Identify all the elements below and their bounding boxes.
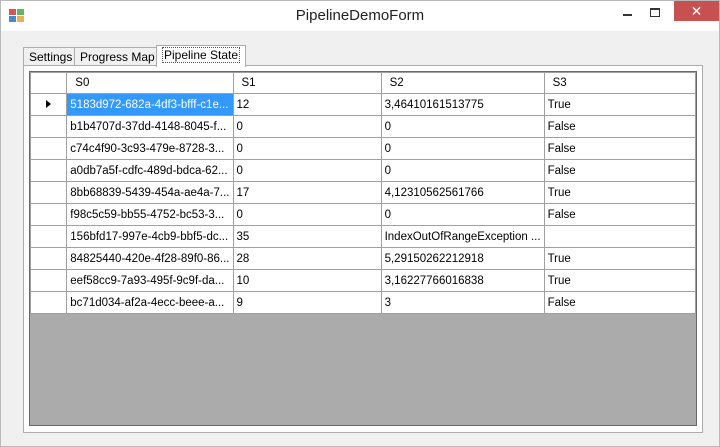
grid-table: S0 S1 S2 S3 5183d972-682a-4df3-bfff-c1e.… [30, 72, 696, 314]
grid-cell-s1[interactable]: 17 [232, 181, 382, 204]
grid-cell-s3[interactable] [543, 225, 696, 248]
grid-cell-s0[interactable]: a0db7a5f-cdfc-489d-bdca-62... [66, 159, 234, 182]
grid-cell-s0[interactable]: 156bfd17-997e-4cb9-bbf5-dc... [66, 225, 234, 248]
grid-cell-s1[interactable]: 0 [232, 203, 382, 226]
maximize-button[interactable] [641, 1, 669, 23]
tab-settings[interactable]: Settings [23, 47, 79, 67]
row-header[interactable] [30, 291, 68, 314]
tab-pipeline-state[interactable]: Pipeline State [156, 45, 247, 67]
app-window: PipelineDemoForm ✕ Settings Progress Map… [0, 0, 720, 447]
grid-cell-s1[interactable]: 9 [232, 291, 382, 314]
grid-cell-s1[interactable]: 28 [232, 247, 382, 270]
tab-pipeline-state-label: Pipeline State [162, 47, 241, 63]
grid-cell-s3[interactable]: False [543, 203, 696, 226]
grid-cell-s1[interactable]: 35 [232, 225, 382, 248]
grid-cell-s2[interactable]: 0 [380, 159, 545, 182]
grid-cell-s2[interactable]: 0 [380, 115, 545, 138]
row-header[interactable] [30, 269, 68, 292]
column-header-s0[interactable]: S0 [66, 72, 234, 94]
grid-cell-s2[interactable]: IndexOutOfRangeException ... [380, 225, 545, 248]
grid-cell-s3[interactable]: True [543, 269, 696, 292]
grid-cell-s3[interactable]: True [543, 247, 696, 270]
grid-cell-s2[interactable]: 3,16227766016838 [380, 269, 545, 292]
table-row[interactable]: c74c4f90-3c93-479e-8728-3... 0 0 False [30, 137, 696, 160]
grid-cell-s2[interactable]: 3 [380, 291, 545, 314]
grid-cell-s1[interactable]: 10 [232, 269, 382, 292]
row-header[interactable] [30, 115, 68, 138]
pipeline-state-panel: S0 S1 S2 S3 5183d972-682a-4df3-bfff-c1e.… [23, 65, 703, 433]
grid-cell-s3[interactable]: False [543, 137, 696, 160]
title-bar[interactable]: PipelineDemoForm ✕ [1, 1, 719, 31]
grid-cell-s3[interactable]: False [543, 115, 696, 138]
close-button[interactable]: ✕ [674, 1, 719, 21]
pipeline-state-grid[interactable]: S0 S1 S2 S3 5183d972-682a-4df3-bfff-c1e.… [29, 71, 697, 426]
grid-cell-s2[interactable]: 5,29150262212918 [380, 247, 545, 270]
minimize-icon [622, 14, 632, 16]
column-header-s2[interactable]: S2 [380, 72, 545, 94]
table-row[interactable]: a0db7a5f-cdfc-489d-bdca-62... 0 0 False [30, 159, 696, 182]
column-header-s1[interactable]: S1 [232, 72, 382, 94]
table-row[interactable]: 156bfd17-997e-4cb9-bbf5-dc... 35 IndexOutO… [30, 225, 696, 248]
row-pointer-icon [46, 100, 52, 109]
tab-progress-map[interactable]: Progress Map [74, 47, 161, 67]
grid-cell-s1[interactable]: 0 [232, 115, 382, 138]
row-header[interactable] [30, 93, 68, 116]
row-header[interactable] [30, 203, 68, 226]
window-title: PipelineDemoForm [295, 7, 425, 24]
minimize-button[interactable] [613, 1, 641, 23]
table-row[interactable]: 84825440-420e-4f28-89f0-86... 28 5,2915026… [30, 247, 696, 270]
table-row[interactable]: f98c5c59-bb55-4752-bc53-3... 0 0 False [30, 203, 696, 226]
grid-cell-s2[interactable]: 0 [380, 137, 545, 160]
grid-cell-s0[interactable]: f98c5c59-bb55-4752-bc53-3... [66, 203, 234, 226]
grid-cell-s2[interactable]: 0 [380, 203, 545, 226]
grid-cell-s3[interactable]: True [543, 93, 696, 116]
row-header[interactable] [30, 137, 68, 160]
row-header[interactable] [30, 159, 68, 182]
table-row[interactable]: eef58cc9-7a93-495f-9c9f-da... 10 3,1622776… [30, 269, 696, 292]
grid-cell-s0[interactable]: eef58cc9-7a93-495f-9c9f-da... [66, 269, 234, 292]
grid-cell-s3[interactable]: True [543, 181, 696, 204]
grid-cell-s3[interactable]: False [543, 159, 696, 182]
row-header[interactable] [30, 225, 68, 248]
grid-cell-s1[interactable]: 12 [232, 93, 382, 116]
grid-cell-s0[interactable]: c74c4f90-3c93-479e-8728-3... [66, 137, 234, 160]
table-row[interactable]: b1b4707d-37dd-4148-8045-f... 0 0 False [30, 115, 696, 138]
table-row[interactable]: 5183d972-682a-4df3-bfff-c1e... 12 3,464101… [30, 93, 696, 116]
grid-cell-s0[interactable]: 8bb68839-5439-454a-ae4a-7... [66, 181, 234, 204]
grid-cell-s0[interactable]: b1b4707d-37dd-4148-8045-f... [66, 115, 234, 138]
grid-cell-s0[interactable]: bc71d034-af2a-4ecc-beee-a... [66, 291, 234, 314]
maximize-icon [650, 7, 660, 17]
grid-cell-s2[interactable]: 4,12310562561766 [380, 181, 545, 204]
grid-cell-s0[interactable]: 5183d972-682a-4df3-bfff-c1e... [66, 93, 234, 116]
table-row[interactable]: bc71d034-af2a-4ecc-beee-a... 9 3 False [30, 291, 696, 314]
close-icon: ✕ [690, 2, 703, 19]
table-row[interactable]: 8bb68839-5439-454a-ae4a-7... 17 4,12310562… [30, 181, 696, 204]
grid-cell-s0[interactable]: 84825440-420e-4f28-89f0-86... [66, 247, 234, 270]
grid-cell-s1[interactable]: 0 [232, 137, 382, 160]
row-header[interactable] [30, 247, 68, 270]
column-header-s3[interactable]: S3 [543, 72, 696, 94]
grid-header-row: S0 S1 S2 S3 [30, 72, 696, 94]
grid-cell-s1[interactable]: 0 [232, 159, 382, 182]
grid-corner-header[interactable] [30, 72, 68, 94]
grid-cell-s3[interactable]: False [543, 291, 696, 314]
grid-cell-s2[interactable]: 3,46410161513775 [380, 93, 545, 116]
row-header[interactable] [30, 181, 68, 204]
form-client-area: Settings Progress Map Pipeline State S0 … [9, 31, 711, 440]
